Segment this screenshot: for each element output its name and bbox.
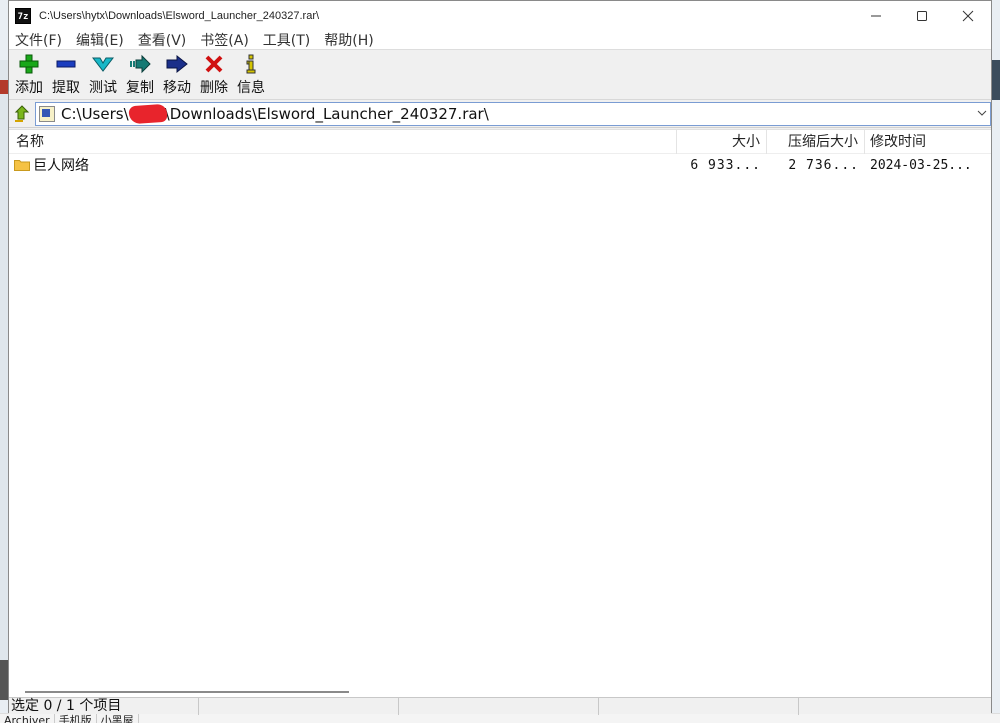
folder-icon xyxy=(14,160,30,171)
file-list: 名称 大小 压缩后大小 修改时间 巨人网络 6 933... 2 736... … xyxy=(9,129,991,687)
status-cell xyxy=(399,697,599,715)
maximize-icon xyxy=(917,10,927,21)
minus-icon xyxy=(56,53,76,75)
window-controls xyxy=(853,1,991,30)
move-button-label: 移动 xyxy=(163,80,191,96)
copy-button[interactable]: 复制 xyxy=(122,53,158,99)
status-cell xyxy=(599,697,799,715)
delete-button[interactable]: 删除 xyxy=(196,53,232,99)
status-cell xyxy=(799,698,989,715)
delete-button-label: 删除 xyxy=(200,80,228,96)
archive-window: 7z C:\Users\hytx\Downloads\Elsword_Launc… xyxy=(8,0,992,715)
file-size: 6 933... xyxy=(690,157,761,173)
copy-arrow-icon xyxy=(129,53,151,75)
check-chevron-icon xyxy=(92,53,114,75)
minimize-button[interactable] xyxy=(853,1,899,30)
status-cell xyxy=(199,697,399,715)
close-button[interactable] xyxy=(945,1,991,30)
add-button-label: 添加 xyxy=(15,80,43,96)
title-bar[interactable]: 7z C:\Users\hytx\Downloads\Elsword_Launc… xyxy=(9,1,991,30)
background-tab: 小黑屋 xyxy=(97,714,139,723)
plus-icon xyxy=(19,53,39,75)
up-arrow-icon xyxy=(14,104,30,122)
app-7zip-icon: 7z xyxy=(15,7,31,24)
status-bar: 选定 0 / 1 个项目 xyxy=(9,697,991,715)
test-button[interactable]: 测试 xyxy=(85,53,121,99)
window-title: C:\Users\hytx\Downloads\Elsword_Launcher… xyxy=(39,9,320,22)
chevron-down-icon[interactable] xyxy=(974,108,990,119)
menu-edit[interactable]: 编辑(E) xyxy=(76,30,124,50)
redaction-scribble xyxy=(128,103,168,124)
up-folder-button[interactable] xyxy=(9,101,35,127)
path-combobox[interactable]: C:\Users\ \Downloads\Elsword_Launcher_240… xyxy=(35,101,991,126)
path-text-suffix: \Downloads\Elsword_Launcher_240327.rar\ xyxy=(164,104,489,123)
menu-file[interactable]: 文件(F) xyxy=(15,30,62,50)
file-name-cell: 巨人网络 xyxy=(9,155,677,175)
test-button-label: 测试 xyxy=(89,80,117,96)
background-taskbar-strip: Archiver 手机版 小黑屋 xyxy=(0,713,1000,723)
menu-bar: 文件(F) 编辑(E) 查看(V) 书签(A) 工具(T) 帮助(H) xyxy=(9,30,991,50)
archive-file-icon xyxy=(39,105,55,122)
column-header-packed-size[interactable]: 压缩后大小 xyxy=(767,129,865,154)
info-button-label: 信息 xyxy=(237,80,265,96)
close-icon xyxy=(962,10,974,21)
column-header-modified[interactable]: 修改时间 xyxy=(865,130,989,154)
delete-x-icon xyxy=(204,53,224,75)
file-row[interactable]: 巨人网络 6 933... 2 736... 2024-03-25... xyxy=(9,154,991,176)
add-button[interactable]: 添加 xyxy=(11,53,47,99)
column-header-name[interactable]: 名称 xyxy=(9,129,677,154)
path-text-prefix: C:\Users\ xyxy=(61,104,129,123)
copy-button-label: 复制 xyxy=(126,80,154,96)
info-icon xyxy=(244,53,258,75)
background-tab: 手机版 xyxy=(55,714,97,723)
move-button[interactable]: 移动 xyxy=(159,53,195,99)
background-desktop-right xyxy=(992,60,1000,100)
file-modified: 2024-03-25... xyxy=(870,157,972,173)
column-header-size[interactable]: 大小 xyxy=(677,129,767,154)
info-button[interactable]: 信息 xyxy=(233,53,269,99)
file-list-header: 名称 大小 压缩后大小 修改时间 xyxy=(9,129,991,154)
maximize-button[interactable] xyxy=(899,1,945,30)
scrollbar-thumb[interactable] xyxy=(25,691,349,693)
toolbar: 添加 提取 测试 复制 移动 删除 信息 xyxy=(9,50,991,100)
menu-tools[interactable]: 工具(T) xyxy=(263,30,310,50)
status-selection: 选定 0 / 1 个项目 xyxy=(9,697,199,715)
file-name: 巨人网络 xyxy=(33,158,89,174)
file-packed-size: 2 736... xyxy=(788,157,859,173)
menu-bookmarks[interactable]: 书签(A) xyxy=(200,30,249,50)
extract-button[interactable]: 提取 xyxy=(48,53,84,99)
extract-button-label: 提取 xyxy=(52,80,80,96)
menu-help[interactable]: 帮助(H) xyxy=(324,30,373,50)
menu-view[interactable]: 查看(V) xyxy=(138,30,187,50)
minimize-icon xyxy=(871,15,881,16)
background-tab: Archiver xyxy=(0,714,55,723)
move-arrow-icon xyxy=(166,53,188,75)
address-bar: C:\Users\ \Downloads\Elsword_Launcher_240… xyxy=(9,100,991,128)
horizontal-scrollbar[interactable] xyxy=(9,687,991,697)
